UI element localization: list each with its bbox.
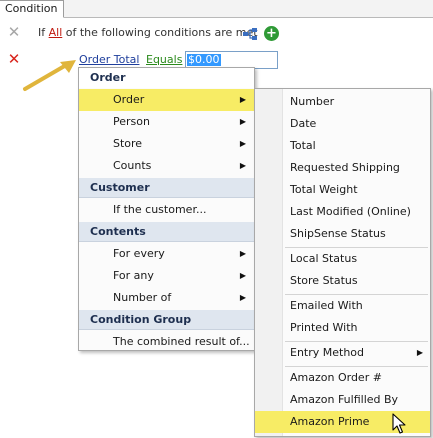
field-menu: Order Order ▶ Person ▶ Store ▶ Counts ▶ … [78, 67, 255, 351]
submenu-item-amazon-order[interactable]: Amazon Order # [255, 367, 430, 389]
submenu-arrow-icon: ▶ [239, 161, 246, 170]
submenu-arrow-icon: ▶ [416, 348, 423, 357]
submenu-item-date[interactable]: Date [255, 113, 430, 135]
submenu-item-requested-shipping[interactable]: Requested Shipping [255, 157, 430, 179]
if-label: If [38, 26, 46, 39]
submenu-item-amazon-fulfilled-by[interactable]: Amazon Fulfilled By [255, 389, 430, 411]
menu-header-contents: Contents [79, 222, 254, 242]
submenu-arrow-icon: ▶ [239, 139, 246, 148]
order-submenu: Number Date Total Requested Shipping Tot… [254, 88, 431, 437]
submenu-item-last-modified[interactable]: Last Modified (Online) [255, 201, 430, 223]
submenu-item-entry-method[interactable]: Entry Method ▶ [255, 342, 430, 364]
menu-item-counts[interactable]: Counts ▶ [79, 155, 254, 177]
menu-item-store[interactable]: Store ▶ [79, 133, 254, 155]
add-condition-icon[interactable]: + [264, 26, 279, 41]
menu-item-order[interactable]: Order ▶ [79, 89, 254, 111]
menu-header-order: Order [79, 68, 254, 88]
submenu-arrow-icon: ▶ [239, 249, 246, 258]
submenu-item-number[interactable]: Number [255, 91, 430, 113]
value-selected-text: $0.00 [187, 53, 221, 66]
submenu-arrow-icon: ▶ [239, 95, 246, 104]
submenu-item-emailed-with[interactable]: Emailed With [255, 295, 430, 317]
root-condition-row: ✕ If All of the following conditions are… [0, 24, 433, 44]
submenu-arrow-icon: ▶ [239, 271, 246, 280]
submenu-item-total-weight[interactable]: Total Weight [255, 179, 430, 201]
delete-disabled-icon: ✕ [7, 23, 21, 41]
submenu-item-printed-with[interactable]: Printed With [255, 317, 430, 339]
conditions-suffix: of the following conditions are met [65, 26, 258, 39]
menu-item-for-every[interactable]: For every ▶ [79, 243, 254, 265]
submenu-item-total[interactable]: Total [255, 135, 430, 157]
quantifier-link[interactable]: All [49, 26, 63, 39]
operator-link[interactable]: Equals [146, 53, 182, 66]
root-condition-text: If All of the following conditions are m… [38, 26, 258, 39]
menu-item-combined-result[interactable]: The combined result of... [79, 331, 254, 353]
submenu-item-shipsense-status[interactable]: ShipSense Status [255, 223, 430, 245]
field-link[interactable]: Order Total [79, 53, 139, 66]
menu-item-number-of[interactable]: Number of ▶ [79, 287, 254, 309]
submenu-item-local-status[interactable]: Local Status [255, 248, 430, 270]
tab-condition[interactable]: Condition [0, 0, 64, 18]
annotation-arrow-icon [23, 60, 76, 91]
mouse-cursor-icon [392, 413, 406, 434]
submenu-arrow-icon: ▶ [239, 117, 246, 126]
menu-item-if-customer[interactable]: If the customer... [79, 199, 254, 221]
submenu-arrow-icon: ▶ [239, 293, 246, 302]
condition-tree-icon[interactable] [243, 27, 257, 41]
menu-item-for-any[interactable]: For any ▶ [79, 265, 254, 287]
menu-item-person[interactable]: Person ▶ [79, 111, 254, 133]
menu-header-customer: Customer [79, 178, 254, 198]
menu-header-condition-group: Condition Group [79, 310, 254, 330]
delete-condition-icon[interactable]: ✕ [7, 51, 21, 67]
submenu-item-store-status[interactable]: Store Status [255, 270, 430, 292]
tab-strip: Condition [0, 0, 433, 18]
